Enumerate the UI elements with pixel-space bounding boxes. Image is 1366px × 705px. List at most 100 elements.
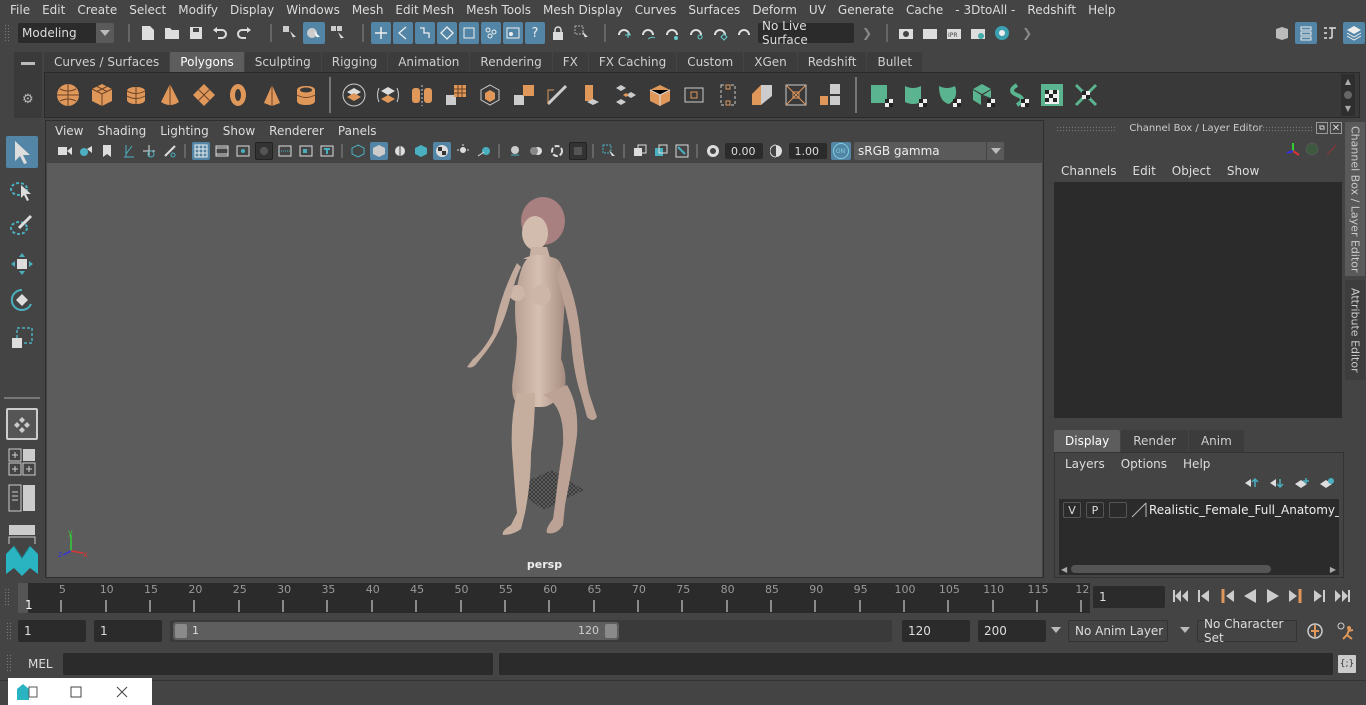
camera-select-icon[interactable] bbox=[56, 142, 74, 160]
new-scene-icon[interactable] bbox=[137, 22, 159, 44]
character-model[interactable] bbox=[47, 163, 1042, 577]
poly-pipe-icon[interactable] bbox=[290, 79, 322, 111]
bevel-icon[interactable] bbox=[644, 79, 676, 111]
move-tool-icon[interactable] bbox=[6, 248, 38, 280]
xray-joints-icon[interactable] bbox=[673, 142, 691, 160]
film-gate-icon[interactable] bbox=[213, 142, 231, 160]
render-settings-icon[interactable] bbox=[967, 22, 989, 44]
poly-cone-icon[interactable] bbox=[154, 79, 186, 111]
save-scene-icon[interactable] bbox=[185, 22, 207, 44]
make-live-icon[interactable] bbox=[733, 22, 755, 44]
shelf-tab-curves-surfaces[interactable]: Curves / Surfaces bbox=[44, 52, 170, 72]
ipr-render-icon[interactable]: IPR bbox=[943, 22, 965, 44]
select-by-surface-icon[interactable] bbox=[437, 22, 457, 44]
depth-of-field-icon[interactable] bbox=[568, 142, 587, 160]
character-set-dropdown-arrow-icon[interactable] bbox=[1180, 627, 1190, 633]
anti-aliasing-icon[interactable] bbox=[548, 142, 566, 160]
scroll-right-icon[interactable]: ▶ bbox=[1330, 565, 1336, 574]
shelf-menu-dot-icon[interactable] bbox=[1344, 90, 1352, 99]
layer-row[interactable]: V P Realistic_Female_Full_Anatomy_001_l bbox=[1059, 499, 1339, 521]
mirror-icon[interactable] bbox=[406, 79, 438, 111]
uv-unfold-icon[interactable] bbox=[1002, 79, 1034, 111]
grid-toggle-icon[interactable] bbox=[191, 142, 210, 160]
go-to-end-icon[interactable] bbox=[1333, 588, 1351, 604]
anim-layer-dropdown-arrow-icon[interactable] bbox=[1051, 627, 1061, 633]
scroll-left-icon[interactable]: ◀ bbox=[1061, 565, 1067, 574]
tab-render[interactable]: Render bbox=[1121, 430, 1188, 452]
smooth-icon[interactable] bbox=[440, 79, 472, 111]
modeling-toolkit-icon[interactable] bbox=[1271, 22, 1293, 44]
outliner-persp-layout-icon[interactable] bbox=[6, 482, 38, 514]
range-slider-bar[interactable]: 1 120 bbox=[173, 622, 619, 640]
layer-name[interactable]: Realistic_Female_Full_Anatomy_001_l bbox=[1149, 503, 1339, 517]
layer-color-icon[interactable] bbox=[1131, 502, 1147, 518]
bookmark-icon[interactable] bbox=[98, 142, 116, 160]
shadows-icon[interactable] bbox=[475, 142, 493, 160]
snap-curve-icon[interactable] bbox=[637, 22, 659, 44]
gamma-icon[interactable] bbox=[767, 142, 785, 160]
close-window-icon[interactable] bbox=[116, 686, 128, 698]
merge-icon[interactable] bbox=[814, 79, 846, 111]
move-layer-up-icon[interactable] bbox=[1244, 477, 1260, 489]
use-all-lights-icon[interactable] bbox=[454, 142, 472, 160]
color-management-toggle[interactable]: ON bbox=[830, 142, 851, 160]
poly-cylinder-icon[interactable] bbox=[120, 79, 152, 111]
menu-show[interactable]: Show bbox=[1219, 164, 1267, 178]
current-frame-field[interactable]: 1 bbox=[1093, 586, 1165, 608]
step-forward-frame-icon[interactable] bbox=[1310, 588, 1328, 604]
maya-app-icon[interactable] bbox=[16, 683, 40, 701]
viewport-menu-renderer[interactable]: Renderer bbox=[262, 124, 331, 138]
expand-arrow-icon[interactable]: ❯ bbox=[862, 26, 872, 40]
3d-viewport[interactable]: persp y x z bbox=[47, 163, 1042, 577]
insert-edge-loop-icon[interactable] bbox=[712, 79, 744, 111]
poly-sphere-icon[interactable] bbox=[52, 79, 84, 111]
mel-command-input[interactable] bbox=[63, 653, 493, 675]
poly-cube-icon[interactable] bbox=[86, 79, 118, 111]
xray-icon[interactable] bbox=[631, 142, 649, 160]
uv-editor-icon[interactable] bbox=[1036, 79, 1068, 111]
go-to-start-icon[interactable] bbox=[1172, 588, 1190, 604]
viewport-menu-lighting[interactable]: Lighting bbox=[153, 124, 216, 138]
poly-pyramid-icon[interactable] bbox=[256, 79, 288, 111]
fill-hole-icon[interactable] bbox=[746, 79, 778, 111]
menu-redshift[interactable]: Redshift bbox=[1021, 3, 1082, 17]
menu-edit[interactable]: Edit bbox=[1125, 164, 1164, 178]
select-by-dynamics-icon[interactable] bbox=[481, 22, 501, 44]
auto-keyframe-icon[interactable] bbox=[1306, 622, 1324, 640]
motion-blur-icon[interactable] bbox=[527, 142, 545, 160]
shelf-tab-custom[interactable]: Custom bbox=[677, 52, 744, 72]
menu-mesh-tools[interactable]: Mesh Tools bbox=[460, 3, 537, 17]
mode-dropdown[interactable]: Modeling bbox=[18, 23, 114, 43]
combine-icon[interactable] bbox=[338, 79, 370, 111]
play-forwards-icon[interactable] bbox=[1264, 588, 1282, 604]
safe-title-icon[interactable] bbox=[318, 142, 336, 160]
extrude-icon[interactable] bbox=[576, 79, 608, 111]
uv-spherical-icon[interactable] bbox=[934, 79, 966, 111]
menu-create[interactable]: Create bbox=[71, 3, 123, 17]
multi-cut-icon[interactable] bbox=[542, 79, 574, 111]
shelf-tab-xgen[interactable]: XGen bbox=[744, 52, 797, 72]
animation-preferences-icon[interactable] bbox=[1336, 621, 1356, 641]
scroll-down-icon[interactable]: ▼ bbox=[1345, 104, 1351, 113]
four-view-layout-icon[interactable] bbox=[6, 446, 38, 478]
close-panel-icon[interactable]: ✕ bbox=[1330, 122, 1342, 134]
exposure-icon[interactable] bbox=[704, 142, 722, 160]
poly-torus-icon[interactable] bbox=[222, 79, 254, 111]
bevel-edges-icon[interactable] bbox=[678, 79, 710, 111]
shelf-tab-sculpting[interactable]: Sculpting bbox=[244, 52, 321, 72]
playback-start-field[interactable]: 1 bbox=[94, 620, 162, 642]
mel-label[interactable]: MEL bbox=[28, 657, 53, 671]
gate-mask-icon[interactable] bbox=[254, 142, 273, 160]
rotate-tool-icon[interactable] bbox=[6, 284, 38, 316]
2d-pan-zoom-icon[interactable] bbox=[140, 142, 158, 160]
viewport-menu-view[interactable]: View bbox=[48, 124, 90, 138]
select-hierarchy-icon[interactable] bbox=[279, 22, 301, 44]
float-panel-icon[interactable]: ⧉ bbox=[1316, 122, 1328, 134]
side-tab-channel-box[interactable]: Channel Box / Layer Editor bbox=[1345, 122, 1365, 276]
menu-modify[interactable]: Modify bbox=[172, 3, 224, 17]
menu-edit[interactable]: Edit bbox=[36, 3, 71, 17]
paint-select-tool-icon[interactable] bbox=[6, 210, 38, 242]
shelf-settings-gear-icon[interactable]: ⚙ bbox=[22, 92, 34, 107]
safe-action-icon[interactable] bbox=[297, 142, 315, 160]
shelf-tab-fx[interactable]: FX bbox=[552, 52, 588, 72]
